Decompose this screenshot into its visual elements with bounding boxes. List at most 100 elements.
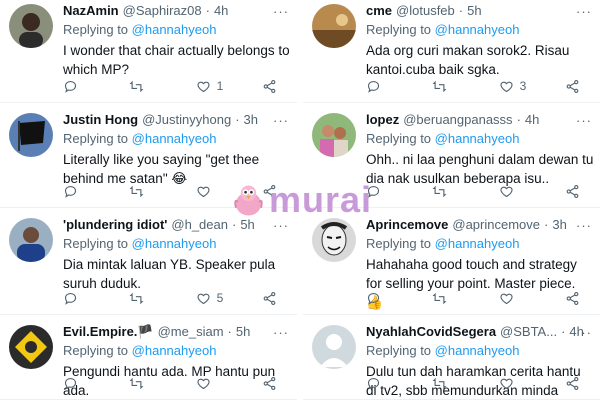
user-handle[interactable]: @me_siam <box>158 323 224 341</box>
outdoor-people-avatar[interactable] <box>312 113 356 157</box>
sepia-landscape-avatar[interactable] <box>312 4 356 48</box>
tweet-card[interactable]: Evil.Empire.🏴 @me_siam · 5h Replying to … <box>0 321 297 400</box>
mask-avatar[interactable] <box>312 218 356 262</box>
user-handle[interactable]: @lotusfeb <box>396 2 455 20</box>
like-button[interactable]: 3 <box>499 78 528 94</box>
more-options-icon[interactable]: ··· <box>576 325 592 340</box>
separator-dot: · <box>227 324 232 339</box>
tweet-time[interactable]: 4h <box>525 111 539 129</box>
more-options-icon[interactable]: ··· <box>273 4 289 19</box>
mention-link[interactable]: @hannahyeoh <box>132 343 217 358</box>
tweet-card[interactable]: NyahlahCovidSegera @SBTA... · 4h Replyin… <box>303 321 600 400</box>
retweet-button[interactable] <box>432 290 461 306</box>
heart-icon <box>197 81 210 92</box>
tweet-actions: 5 <box>63 290 277 306</box>
tweet-time[interactable]: 5h <box>467 2 481 20</box>
reply-button[interactable] <box>63 290 92 306</box>
share-button[interactable] <box>565 78 580 94</box>
user-handle[interactable]: @Saphiraz08 <box>123 2 202 20</box>
user-name[interactable]: lopez <box>366 111 399 129</box>
retweet-icon <box>129 185 144 197</box>
tweet-time[interactable]: 3h <box>244 111 258 129</box>
replying-label: Replying to <box>366 22 432 37</box>
mention-link[interactable]: @hannahyeoh <box>132 236 217 251</box>
reply-icon <box>64 185 77 198</box>
share-icon <box>566 291 579 305</box>
tweet-time[interactable]: 3h <box>552 216 566 234</box>
user-name[interactable]: cme <box>366 2 392 20</box>
default-avatar[interactable] <box>312 325 356 369</box>
retweet-button[interactable] <box>129 78 158 94</box>
share-button[interactable] <box>565 375 580 391</box>
user-name[interactable]: 'plundering idiot' <box>63 216 167 234</box>
user-handle[interactable]: @beruangpanasss <box>403 111 512 129</box>
more-options-icon[interactable]: ··· <box>273 113 289 128</box>
share-button[interactable] <box>565 290 580 306</box>
user-handle[interactable]: @SBTA... <box>500 323 557 341</box>
like-button[interactable] <box>196 183 225 199</box>
reply-button[interactable] <box>63 78 92 94</box>
tweet-card[interactable]: Aprincemove @aprincemove · 3h Replying t… <box>303 214 600 315</box>
reply-button[interactable] <box>366 375 395 391</box>
retweet-button[interactable] <box>432 78 461 94</box>
reply-button[interactable] <box>63 375 92 391</box>
like-button[interactable] <box>499 290 528 306</box>
like-button[interactable] <box>499 375 528 391</box>
share-icon <box>566 376 579 390</box>
retweet-icon <box>432 377 447 389</box>
yellow-emblem-avatar[interactable] <box>9 325 53 369</box>
tweet-header: Justin Hong @Justinyyhong · 3h <box>63 111 291 129</box>
tweet-card[interactable]: cme @lotusfeb · 5h Replying to @hannahye… <box>303 0 600 103</box>
retweet-button[interactable] <box>129 183 158 199</box>
user-name[interactable]: Aprincemove <box>366 216 448 234</box>
mention-link[interactable]: @hannahyeoh <box>132 131 217 146</box>
separator-dot: · <box>516 112 521 127</box>
replying-to: Replying to @hannahyeoh <box>366 235 594 253</box>
user-name[interactable]: Justin Hong <box>63 111 138 129</box>
tweet-time[interactable]: 5h <box>236 323 250 341</box>
user-name[interactable]: Evil.Empire.🏴 <box>63 323 154 341</box>
retweet-button[interactable] <box>432 183 461 199</box>
tweet-card[interactable]: NazAmin @Saphiraz08 · 4h Replying to @ha… <box>0 0 297 103</box>
mention-link[interactable]: @hannahyeoh <box>132 22 217 37</box>
mention-link[interactable]: @hannahyeoh <box>435 22 520 37</box>
like-button[interactable]: 5 <box>196 290 225 306</box>
reply-button[interactable] <box>63 183 92 199</box>
retweet-button[interactable] <box>432 375 461 391</box>
user-handle[interactable]: @Justinyyhong <box>142 111 231 129</box>
share-button[interactable] <box>262 290 277 306</box>
retweet-button[interactable] <box>129 290 158 306</box>
retweet-button[interactable] <box>129 375 158 391</box>
share-button[interactable] <box>565 183 580 199</box>
more-options-icon[interactable]: ··· <box>576 4 592 19</box>
reply-button[interactable] <box>366 290 395 306</box>
tweet-card[interactable]: 'plundering idiot' @h_dean · 5h Replying… <box>0 214 297 315</box>
heart-icon <box>197 378 210 389</box>
share-button[interactable] <box>262 78 277 94</box>
like-button[interactable] <box>499 183 528 199</box>
bird-logo-icon <box>234 185 263 216</box>
like-button[interactable]: 1 <box>196 78 225 94</box>
user-handle[interactable]: @h_dean <box>171 216 228 234</box>
tweet-text: Dia mintak laluan YB. Speaker pula suruh… <box>63 257 276 291</box>
more-options-icon[interactable]: ··· <box>273 325 289 340</box>
user-handle[interactable]: @aprincemove <box>452 216 540 234</box>
mention-link[interactable]: @hannahyeoh <box>435 236 520 251</box>
more-options-icon[interactable]: ··· <box>576 218 592 233</box>
black-flag-avatar[interactable] <box>9 113 53 157</box>
like-button[interactable] <box>196 375 225 391</box>
mention-link[interactable]: @hannahyeoh <box>435 131 520 146</box>
person-blue-avatar[interactable] <box>9 218 53 262</box>
reply-button[interactable] <box>366 78 395 94</box>
share-button[interactable] <box>262 375 277 391</box>
heart-icon <box>500 186 513 197</box>
person-dark-avatar[interactable] <box>9 4 53 48</box>
more-options-icon[interactable]: ··· <box>273 218 289 233</box>
user-name[interactable]: NazAmin <box>63 2 119 20</box>
reply-icon <box>64 377 77 390</box>
heart-icon <box>500 81 513 92</box>
mention-link[interactable]: @hannahyeoh <box>435 343 520 358</box>
more-options-icon[interactable]: ··· <box>576 113 592 128</box>
tweet-time[interactable]: 4h <box>214 2 228 20</box>
user-name[interactable]: NyahlahCovidSegera <box>366 323 496 341</box>
